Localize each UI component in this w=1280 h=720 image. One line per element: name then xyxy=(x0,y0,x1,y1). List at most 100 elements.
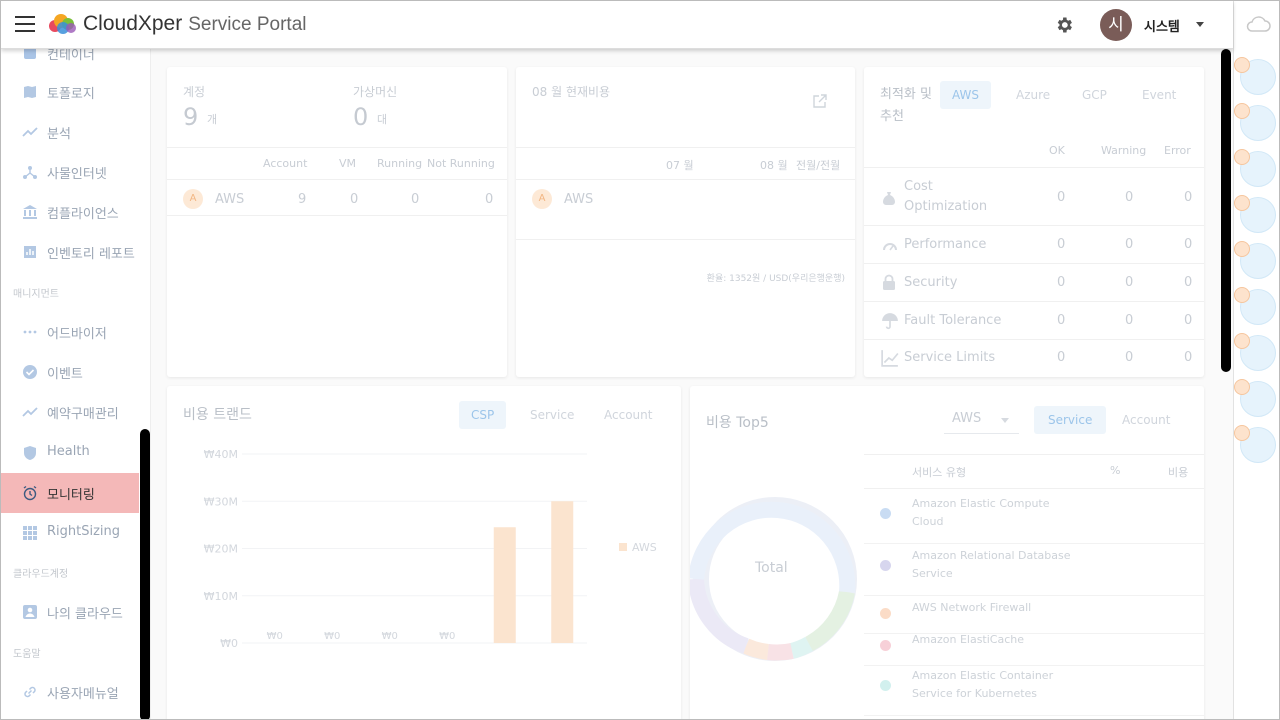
rail-badge xyxy=(1234,333,1250,349)
username[interactable]: 시스템 xyxy=(1144,16,1180,35)
divider xyxy=(516,147,855,148)
sidebar-section-help: 도움말 xyxy=(13,649,41,660)
sidebar-item-advisor[interactable]: 어드바이저 xyxy=(1,312,139,352)
column-header: Not Running xyxy=(427,157,495,170)
map-icon xyxy=(24,86,36,98)
chevron-down-icon[interactable] xyxy=(1196,22,1204,27)
account-summary-card: 계정 9 개 가상머신 0 대 Account VM Running Not R… xyxy=(167,67,507,377)
csp-select[interactable]: AWS xyxy=(944,406,1019,434)
tab-aws[interactable]: AWS xyxy=(940,81,992,109)
sidebar-item-label: 예약구매관리 xyxy=(47,407,119,422)
cloud-icon[interactable] xyxy=(1245,15,1271,33)
warning-count: 0 xyxy=(1125,313,1134,328)
top5-title: 비용 Top5 xyxy=(706,415,769,431)
sidebar-item-rightsizing[interactable]: RightSizing xyxy=(1,513,139,553)
ok-count: 0 xyxy=(1057,237,1066,252)
list-item[interactable]: Amazon Relational Database Service xyxy=(864,546,1204,596)
list-item[interactable]: Amazon Elastic Compute Cloud xyxy=(864,494,1204,544)
warning-count: 0 xyxy=(1125,350,1134,365)
sidebar-item-event[interactable]: 이벤트 xyxy=(1,352,139,392)
content-scrollbar[interactable] xyxy=(1221,49,1231,372)
column-header: Warning xyxy=(1101,144,1147,157)
tab-account[interactable]: Account xyxy=(1110,406,1182,434)
sidebar-item-label: 컴플라이언스 xyxy=(47,207,119,222)
data-label: ₩0 xyxy=(267,631,283,642)
divider xyxy=(167,215,507,216)
sidebar-item-analysis[interactable]: 분석 xyxy=(1,112,139,152)
error-count: 0 xyxy=(1184,237,1193,252)
cloudxper-logo xyxy=(49,14,76,34)
service-name: Service xyxy=(912,567,953,580)
ok-count: 0 xyxy=(1057,275,1066,290)
service-name: Amazon Elastic Container xyxy=(912,669,1054,682)
y-tick-label: ₩30M xyxy=(204,495,238,508)
list-item[interactable]: Amazon Elastic Container Service for Kube… xyxy=(864,666,1204,716)
sidebar-item-iot[interactable]: 사물인터넷 xyxy=(1,152,139,192)
error-count: 0 xyxy=(1184,275,1193,290)
sidebar-item-label: 토폴로지 xyxy=(47,87,95,102)
legend-dot xyxy=(880,680,891,691)
sidebar-item-health[interactable]: Health xyxy=(1,433,139,473)
optimize-row-label[interactable]: Performance xyxy=(904,237,986,252)
brand-subtitle: Service Portal xyxy=(188,14,307,35)
csp-name[interactable]: AWS xyxy=(564,192,593,207)
bank-icon xyxy=(23,205,37,219)
vm-label: 가상머신 xyxy=(353,85,398,99)
y-tick-label: ₩0 xyxy=(220,637,238,650)
optimize-row-label[interactable]: Security xyxy=(904,275,957,290)
trending-icon xyxy=(22,407,38,417)
money-bag-icon xyxy=(883,192,895,205)
speedometer-icon xyxy=(883,243,897,251)
tab-service[interactable]: Service xyxy=(518,401,586,429)
rail-badge xyxy=(1234,149,1250,165)
optimize-row-label[interactable]: Optimization xyxy=(904,199,987,214)
sidebar-section-management: 매니지먼트 xyxy=(13,289,59,300)
account-count: 9 xyxy=(298,192,307,207)
aws-badge: A xyxy=(183,189,203,209)
tab-event[interactable]: Event xyxy=(1130,81,1188,109)
sidebar-item-inventory-report[interactable]: 인벤토리 레포트 xyxy=(1,232,139,272)
tab-gcp[interactable]: GCP xyxy=(1070,81,1119,109)
menu-icon[interactable] xyxy=(15,16,35,32)
divider xyxy=(864,454,1204,455)
sidebar-item-my-cloud[interactable]: 나의 클라우드 xyxy=(1,592,139,632)
sidebar-item-label: 분석 xyxy=(47,127,71,142)
rail-badge xyxy=(1234,57,1250,73)
warning-count: 0 xyxy=(1125,190,1134,205)
tab-account[interactable]: Account xyxy=(592,401,664,429)
divider xyxy=(167,179,507,180)
tab-csp[interactable]: CSP xyxy=(459,401,507,429)
vm-unit: 대 xyxy=(377,113,388,126)
sidebar-item-topology[interactable]: 토폴로지 xyxy=(1,72,139,112)
list-item[interactable]: AWS Network Firewall xyxy=(864,598,1204,634)
open-external-icon[interactable] xyxy=(812,93,828,109)
avatar[interactable]: 시 xyxy=(1100,9,1132,41)
divider xyxy=(864,263,1204,264)
sidebar-item-compliance[interactable]: 컴플라이언스 xyxy=(1,192,139,232)
donut-segment xyxy=(742,638,770,660)
sidebar: 컨테이너 토폴로지 분석 사물인터넷 컴플라이언스 인벤토리 레포트 매니지먼트… xyxy=(1,47,151,719)
csp-name[interactable]: AWS xyxy=(215,192,244,207)
optimize-row-label[interactable]: Service Limits xyxy=(904,350,995,365)
gear-icon[interactable] xyxy=(1054,15,1074,35)
tab-azure[interactable]: Azure xyxy=(1004,81,1062,109)
tab-service[interactable]: Service xyxy=(1034,406,1107,434)
divider xyxy=(864,339,1204,340)
optimize-title-line1: 최적화 및 xyxy=(880,87,932,102)
sidebar-item-label: RightSizing xyxy=(47,524,121,539)
sidebar-item-reservation[interactable]: 예약구매관리 xyxy=(1,392,139,432)
sidebar-item-monitoring[interactable]: 모니터링 xyxy=(1,473,139,513)
divider xyxy=(864,543,1204,544)
donut-segment xyxy=(767,643,794,661)
optimize-row-label[interactable]: Cost xyxy=(904,179,933,194)
divider xyxy=(864,488,1204,489)
data-label: ₩0 xyxy=(382,631,398,642)
sidebar-scrollbar[interactable] xyxy=(140,429,150,719)
list-item[interactable]: Amazon ElastiCache xyxy=(864,630,1204,666)
cost-donut-chart xyxy=(690,497,857,661)
cost-trend-chart: ₩40M ₩30M ₩20M ₩10M ₩0 ₩0 ₩0 ₩0 ₩0 AWS xyxy=(204,448,657,650)
optimize-row-label[interactable]: Fault Tolerance xyxy=(904,313,1001,328)
donut-segment xyxy=(690,501,856,593)
sidebar-item-user-manual[interactable]: 사용자메뉴얼 xyxy=(1,672,139,712)
sidebar-item-label: 사용자메뉴얼 xyxy=(47,687,119,702)
